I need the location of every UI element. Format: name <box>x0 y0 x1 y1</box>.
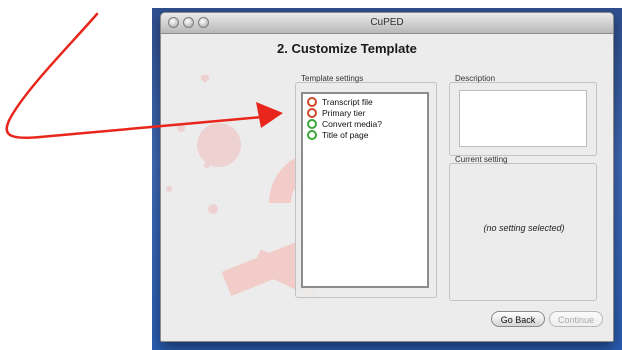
list-item-label: Title of page <box>322 130 369 140</box>
list-item[interactable]: Title of page <box>307 130 427 140</box>
template-settings-label: Template settings <box>301 74 364 83</box>
list-item[interactable]: Convert media? <box>307 119 427 129</box>
go-back-button[interactable]: Go Back <box>491 311 545 327</box>
heart-icon <box>177 124 185 132</box>
heart-icon <box>166 186 172 192</box>
step-heading: 2. Customize Template <box>277 41 417 56</box>
heart-icon <box>200 74 210 83</box>
description-label: Description <box>455 74 496 83</box>
list-item-label: Primary tier <box>322 108 366 118</box>
desktop-background: CuPED 2. Customize Template Template set… <box>152 8 622 350</box>
no-setting-selected-text: (no setting selected) <box>483 223 565 233</box>
description-text-area <box>459 90 587 147</box>
title-bar[interactable]: CuPED <box>161 13 613 34</box>
list-item-label: Transcript file <box>322 97 373 107</box>
error-status-icon <box>307 108 317 118</box>
list-item[interactable]: Transcript file <box>307 97 427 107</box>
app-window: CuPED 2. Customize Template Template set… <box>160 12 614 342</box>
window-title: CuPED <box>370 17 404 28</box>
current-setting-label: Current setting <box>455 155 508 164</box>
heart-icon <box>208 204 218 214</box>
list-item[interactable]: Primary tier <box>307 108 427 118</box>
watermark-circle <box>197 123 241 167</box>
ok-status-icon <box>307 119 317 129</box>
continue-button[interactable]: Continue <box>549 311 603 327</box>
heart-icon <box>204 162 210 168</box>
list-item-label: Convert media? <box>322 119 383 129</box>
template-settings-list[interactable]: Transcript file Primary tier Convert med… <box>301 92 429 288</box>
ok-status-icon <box>307 130 317 140</box>
error-status-icon <box>307 97 317 107</box>
